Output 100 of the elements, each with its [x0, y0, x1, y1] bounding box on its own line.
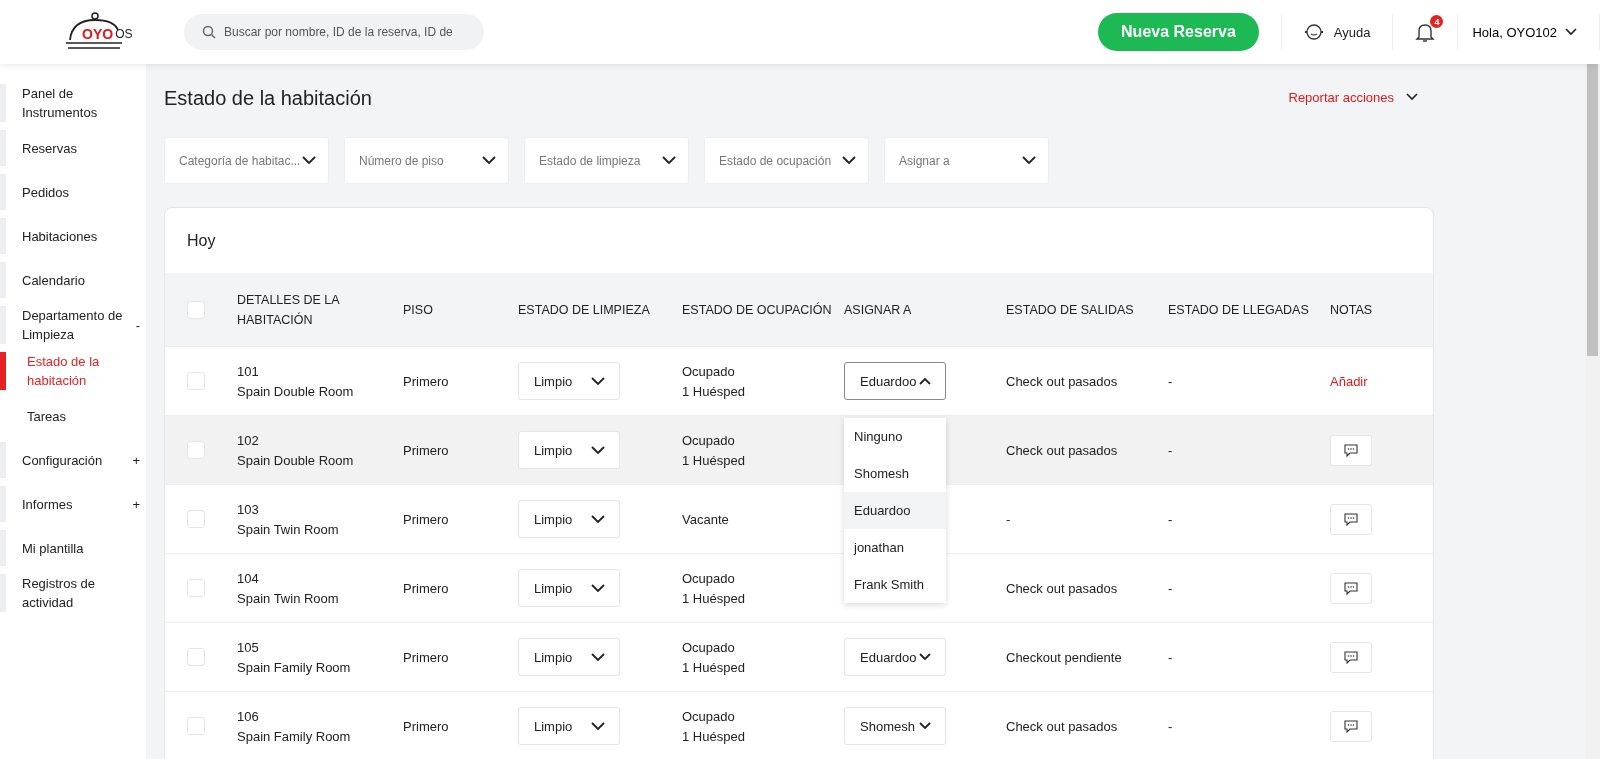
page-title: Estado de la habitación [164, 85, 372, 110]
table-cell: Primero [403, 649, 449, 665]
note-button[interactable] [1330, 434, 1372, 466]
table-cell: - [1168, 649, 1173, 665]
menu-option[interactable]: Shomesh [844, 455, 946, 492]
column-header: NOTAS [1330, 301, 1374, 319]
room-type: Spain Twin Room [237, 521, 339, 537]
sidebar-item[interactable]: Informes [22, 494, 73, 514]
table-cell: Primero [403, 511, 449, 527]
scrollbar-thumb[interactable] [1587, 64, 1598, 356]
table-cell: Checkout pendiente [1006, 649, 1122, 665]
row-checkbox[interactable] [187, 372, 205, 390]
chevron-down-icon [919, 653, 931, 661]
table-cell: - [1168, 511, 1173, 527]
row-checkbox[interactable] [187, 441, 205, 459]
chevron-down-icon [591, 721, 605, 731]
menu-option[interactable]: Frank Smith [844, 566, 946, 603]
search-icon [202, 25, 216, 39]
cleaning-dropdown[interactable]: Limpio [518, 362, 620, 400]
help-link[interactable]: Ayuda [1333, 24, 1371, 40]
sidebar-item[interactable]: Mi plantilla [22, 538, 84, 558]
select-all-checkbox[interactable] [187, 300, 205, 319]
table-cell: - [1168, 718, 1173, 734]
table-cell: Primero [403, 373, 449, 389]
chevron-down-icon [302, 156, 316, 165]
filter-dropdown[interactable]: Estado de ocupación [704, 137, 869, 184]
comment-icon [1344, 650, 1358, 664]
column-header: ESTADO DE SALIDAS [1006, 301, 1135, 319]
note-button[interactable] [1330, 710, 1372, 742]
bell-icon[interactable] [1415, 21, 1436, 43]
table-cell: Primero [403, 442, 449, 458]
filter-dropdown[interactable]: Categoría de habitac... [164, 137, 329, 184]
note-button[interactable] [1330, 503, 1372, 535]
note-button[interactable] [1330, 572, 1372, 604]
assignee-dropdown[interactable]: Shomesh [844, 707, 946, 745]
sidebar-item[interactable]: Reservas [22, 138, 77, 158]
row-checkbox[interactable] [187, 717, 205, 735]
room-number: 105 [237, 639, 259, 655]
cleaning-dropdown[interactable]: Limpio [518, 569, 620, 607]
sidebar-item[interactable]: Habitaciones [22, 226, 98, 246]
row-checkbox[interactable] [187, 510, 205, 528]
sidebar-item[interactable]: Configuración [22, 450, 103, 470]
occupancy-text: 1 Huésped [682, 728, 745, 744]
toggle-button[interactable]: + [132, 450, 140, 470]
column-header: ESTADO DE LLEGADAS [1168, 301, 1310, 319]
sidebar-subitem[interactable]: Estado de la habitación [27, 352, 137, 390]
user-menu[interactable]: Hola, OYO102 [1472, 24, 1577, 40]
sidebar-item[interactable]: Registros de actividad [22, 574, 132, 612]
sidebar-item[interactable]: Pedidos [22, 182, 69, 202]
search-field[interactable]: Buscar por nombre, ID de la reserva, ID de [184, 14, 484, 50]
chevron-down-icon [919, 722, 931, 730]
filter-dropdown[interactable]: Asignar a [884, 137, 1049, 184]
card-title: Hoy [186, 230, 217, 251]
sidebar-item[interactable]: Departamento de Limpieza [22, 306, 132, 344]
row-checkbox[interactable] [187, 579, 205, 597]
note-button[interactable] [1330, 641, 1372, 673]
table-cell: - [1006, 511, 1011, 527]
room-type: Spain Family Room [237, 728, 351, 744]
assignee-dropdown[interactable]: Eduardoo [844, 638, 946, 676]
assignee-dropdown[interactable]: Eduardoo [844, 362, 946, 400]
cleaning-dropdown[interactable]: Limpio [518, 500, 620, 538]
active-indicator [0, 352, 6, 390]
chevron-down-icon [1022, 156, 1036, 165]
menu-option[interactable]: Eduardoo [844, 492, 946, 529]
row-checkbox[interactable] [187, 648, 205, 666]
comment-icon [1344, 512, 1358, 526]
add-note-link[interactable]: Añadir [1330, 373, 1368, 389]
menu-option[interactable]: Ninguno [844, 418, 946, 455]
chevron-down-icon [1565, 28, 1577, 36]
room-type: Spain Family Room [237, 659, 351, 675]
toggle-button[interactable]: + [132, 494, 140, 514]
filter-dropdown[interactable]: Estado de limpieza [524, 137, 689, 184]
sidebar-item[interactable]: Panel de Instrumentos [22, 84, 132, 122]
cleaning-dropdown[interactable]: Limpio [518, 638, 620, 676]
filter-dropdown[interactable]: Número de piso [344, 137, 509, 184]
comment-icon [1344, 443, 1358, 457]
report-actions-button[interactable]: Reportar acciones [1288, 89, 1418, 105]
occupancy-text: Ocupado [682, 570, 735, 586]
room-number: 102 [237, 432, 259, 448]
sidebar-item[interactable]: Calendario [22, 270, 85, 290]
chevron-down-icon [662, 156, 676, 165]
chevron-up-icon [919, 377, 931, 385]
sidebar-subitem[interactable]: Tareas [27, 406, 67, 426]
table-cell: Primero [403, 718, 449, 734]
toggle-button[interactable]: - [135, 315, 140, 335]
chevron-down-icon [591, 514, 605, 524]
occupancy-text: Ocupado [682, 432, 735, 448]
occupancy-text: 1 Huésped [682, 659, 745, 675]
comment-icon [1344, 581, 1358, 595]
cleaning-dropdown[interactable]: Limpio [518, 707, 620, 745]
scrollbar[interactable] [1585, 64, 1600, 759]
chevron-down-icon [591, 652, 605, 662]
headset-icon[interactable] [1303, 23, 1324, 41]
cleaning-dropdown[interactable]: Limpio [518, 431, 620, 469]
table-cell: Check out pasados [1006, 373, 1118, 389]
menu-option[interactable]: jonathan [844, 529, 946, 566]
notification-badge: 4 [1430, 15, 1444, 28]
room-type: Spain Double Room [237, 452, 354, 468]
table-cell: Check out pasados [1006, 580, 1118, 596]
room-number: 101 [237, 363, 259, 379]
